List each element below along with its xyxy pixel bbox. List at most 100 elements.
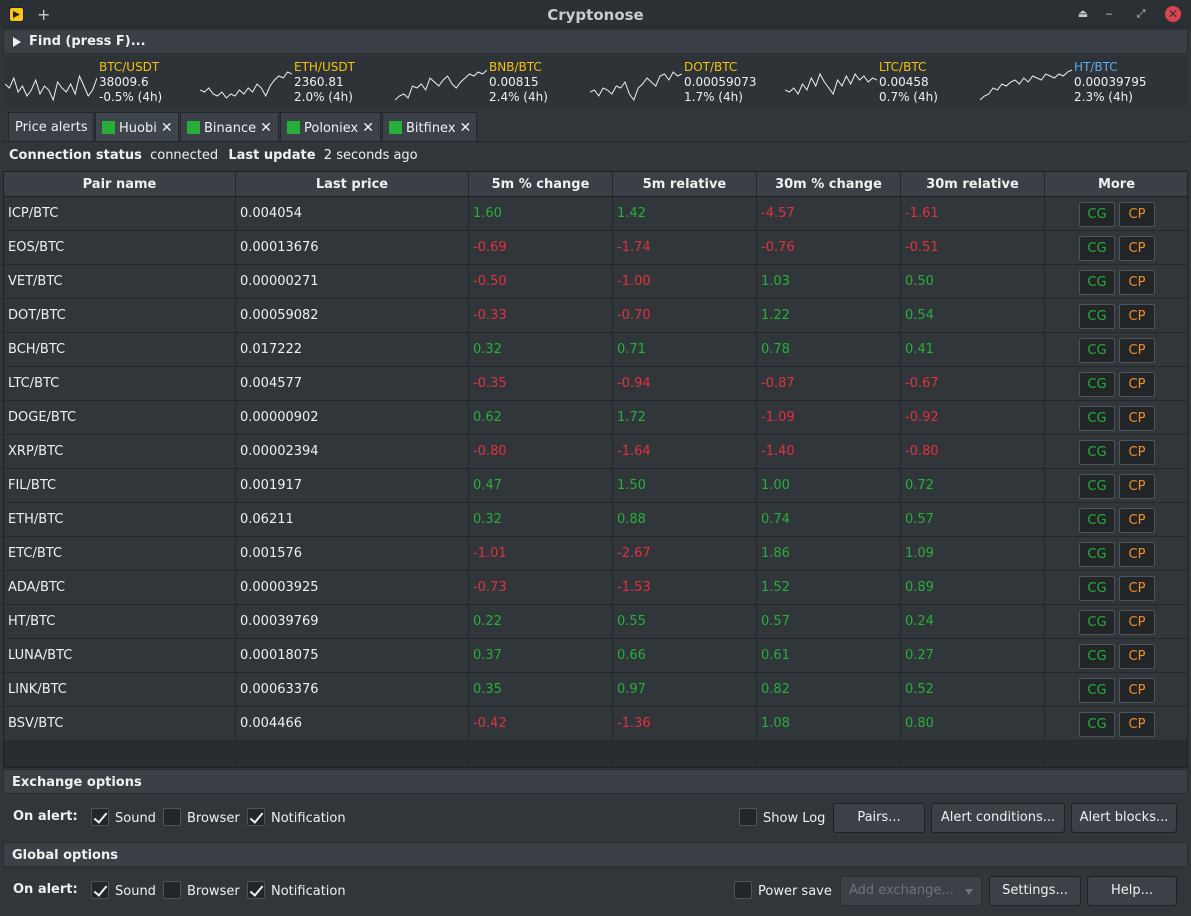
tab-huobi[interactable]: Huobi ✕ [95, 112, 179, 141]
table-row[interactable]: ADA/BTC 0.00003925 -0.73 -1.53 1.52 0.89 CG CP [4, 571, 1187, 605]
checkbox-box [247, 881, 265, 899]
tab-bitfinex[interactable]: Bitfinex ✕ [382, 112, 477, 141]
table-row[interactable]: VET/BTC 0.00000271 -0.50 -1.00 1.03 0.50 CG CP [4, 265, 1187, 299]
power-save-checkbox[interactable]: Power save [734, 881, 832, 899]
ticker-2[interactable]: BNB/BTC 0.00815 2.4% (4h) [393, 58, 583, 106]
ticker-price: 0.00458 [879, 75, 929, 89]
dropdown-placeholder: Add exchange... [849, 883, 954, 898]
exchange-notification-checkbox[interactable]: Notification [247, 808, 346, 826]
close-tab-icon[interactable]: ✕ [161, 120, 173, 136]
coinpaprika-button[interactable]: CP [1119, 236, 1155, 261]
change-30m-cell: -4.57 [757, 197, 901, 231]
show-log-checkbox[interactable]: Show Log [739, 808, 825, 826]
coingecko-button[interactable]: CG [1079, 644, 1115, 669]
close-window-button[interactable]: ✕ [1165, 6, 1181, 22]
coinpaprika-button[interactable]: CP [1119, 440, 1155, 465]
ticker-0[interactable]: BTC/USDT 38009.6 -0.5% (4h) [3, 58, 193, 106]
close-tab-icon[interactable]: ✕ [460, 120, 472, 136]
coinpaprika-button[interactable]: CP [1119, 270, 1155, 295]
coingecko-button[interactable]: CG [1079, 610, 1115, 635]
column-header[interactable]: Pair name [4, 172, 236, 197]
coinpaprika-button[interactable]: CP [1119, 406, 1155, 431]
global-sound-checkbox[interactable]: Sound [91, 881, 156, 899]
tab-poloniex[interactable]: Poloniex ✕ [280, 112, 381, 141]
column-header[interactable]: 5m % change [469, 172, 613, 197]
coingecko-button[interactable]: CG [1079, 440, 1115, 465]
coingecko-button[interactable]: CG [1079, 542, 1115, 567]
settings-button[interactable]: Settings... [989, 876, 1081, 906]
coinpaprika-button[interactable]: CP [1119, 372, 1155, 397]
alert-conditions-button[interactable]: Alert conditions... [931, 803, 1065, 833]
column-header[interactable]: 5m relative [613, 172, 757, 197]
coingecko-button[interactable]: CG [1079, 236, 1115, 261]
pairs-button[interactable]: Pairs... [833, 803, 925, 833]
table-row[interactable]: XRP/BTC 0.00002394 -0.80 -1.64 -1.40 -0.80 CG C… [4, 435, 1187, 469]
table-row[interactable]: ICP/BTC 0.004054 1.60 1.42 -4.57 -1.61 CG CP [4, 197, 1187, 231]
table-row[interactable]: BSV/BTC 0.004466 -0.42 -1.36 1.08 0.80 CG CP [4, 707, 1187, 741]
ticker-5[interactable]: HT/BTC 0.00039795 2.3% (4h) [978, 58, 1168, 106]
ticker-4[interactable]: LTC/BTC 0.00458 0.7% (4h) [783, 58, 973, 106]
table-row[interactable]: BCH/BTC 0.017222 0.32 0.71 0.78 0.41 CG CP [4, 333, 1187, 367]
table-row[interactable]: ETH/BTC 0.06211 0.32 0.88 0.74 0.57 CG CP [4, 503, 1187, 537]
pair-name-cell: LUNA/BTC [4, 639, 236, 673]
column-header[interactable]: More [1045, 172, 1187, 197]
coinpaprika-button[interactable]: CP [1119, 338, 1155, 363]
close-tab-icon[interactable]: ✕ [362, 120, 374, 136]
table-row[interactable]: LINK/BTC 0.00063376 0.35 0.97 0.82 0.52 CG CP [4, 673, 1187, 707]
coinpaprika-button[interactable]: CP [1119, 712, 1155, 737]
table-row[interactable]: LUNA/BTC 0.00018075 0.37 0.66 0.61 0.27 CG CP [4, 639, 1187, 673]
coinpaprika-button[interactable]: CP [1119, 304, 1155, 329]
ticker-1[interactable]: ETH/USDT 2360.81 2.0% (4h) [198, 58, 388, 106]
table-row[interactable]: LTC/BTC 0.004577 -0.35 -0.94 -0.87 -0.67 CG CP [4, 367, 1187, 401]
coinpaprika-button[interactable]: CP [1119, 576, 1155, 601]
global-browser-checkbox[interactable]: Browser [163, 881, 240, 899]
minimize-button[interactable]: ‒ [1101, 6, 1117, 22]
tab-binance[interactable]: Binance ✕ [180, 112, 279, 141]
coinpaprika-button[interactable]: CP [1119, 644, 1155, 669]
coingecko-button[interactable]: CG [1079, 270, 1115, 295]
coingecko-button[interactable]: CG [1079, 202, 1115, 227]
table-row[interactable]: DOT/BTC 0.00059082 -0.33 -0.70 1.22 0.54 CG CP [4, 299, 1187, 333]
close-tab-icon[interactable]: ✕ [260, 120, 272, 136]
coingecko-button[interactable]: CG [1079, 678, 1115, 703]
global-notification-checkbox[interactable]: Notification [247, 881, 346, 899]
coingecko-button[interactable]: CG [1079, 576, 1115, 601]
coingecko-button[interactable]: CG [1079, 304, 1115, 329]
coingecko-button[interactable]: CG [1079, 372, 1115, 397]
find-bar[interactable]: Find (press F)... [3, 29, 1188, 54]
change-30m-cell: 0.82 [757, 673, 901, 707]
coinpaprika-button[interactable]: CP [1119, 508, 1155, 533]
coinpaprika-button[interactable]: CP [1119, 474, 1155, 499]
table-row[interactable]: HT/BTC 0.00039769 0.22 0.55 0.57 0.24 CG CP [4, 605, 1187, 639]
coinpaprika-button[interactable]: CP [1119, 610, 1155, 635]
pair-name-cell: FIL/BTC [4, 469, 236, 503]
table-row[interactable]: ETC/BTC 0.001576 -1.01 -2.67 1.86 1.09 CG CP [4, 537, 1187, 571]
exchange-options-header[interactable]: Exchange options [3, 769, 1188, 794]
coingecko-button[interactable]: CG [1079, 338, 1115, 363]
table-row[interactable]: EOS/BTC 0.00013676 -0.69 -1.74 -0.76 -0.51 CG C… [4, 231, 1187, 265]
table-row[interactable]: DOGE/BTC 0.00000902 0.62 1.72 -1.09 -0.92 CG CP [4, 401, 1187, 435]
coingecko-button[interactable]: CG [1079, 474, 1115, 499]
keep-above-button[interactable]: ⏏ [1075, 6, 1091, 22]
coingecko-button[interactable]: CG [1079, 712, 1115, 737]
coingecko-button[interactable]: CG [1079, 406, 1115, 431]
exchange-sound-checkbox[interactable]: Sound [91, 808, 156, 826]
on-alert-label: On alert: [13, 882, 78, 897]
column-header[interactable]: 30m relative [901, 172, 1045, 197]
coinpaprika-button[interactable]: CP [1119, 542, 1155, 567]
column-header[interactable]: 30m % change [757, 172, 901, 197]
exchange-browser-checkbox[interactable]: Browser [163, 808, 240, 826]
column-header[interactable]: Last price [236, 172, 469, 197]
global-options-header[interactable]: Global options [3, 842, 1188, 867]
maximize-button[interactable]: ⤢ [1133, 6, 1149, 22]
ticker-3[interactable]: DOT/BTC 0.00059073 1.7% (4h) [588, 58, 778, 106]
add-exchange-dropdown[interactable]: Add exchange... [840, 876, 982, 906]
coinpaprika-button[interactable]: CP [1119, 678, 1155, 703]
tab-price-alerts[interactable]: Price alerts [8, 112, 94, 141]
alert-blocks-button[interactable]: Alert blocks... [1071, 803, 1177, 833]
coinpaprika-button[interactable]: CP [1119, 202, 1155, 227]
table-row[interactable]: FIL/BTC 0.001917 0.47 1.50 1.00 0.72 CG CP [4, 469, 1187, 503]
coingecko-button[interactable]: CG [1079, 508, 1115, 533]
relative-5m-cell: -1.53 [613, 571, 757, 605]
help-button[interactable]: Help... [1087, 876, 1177, 906]
